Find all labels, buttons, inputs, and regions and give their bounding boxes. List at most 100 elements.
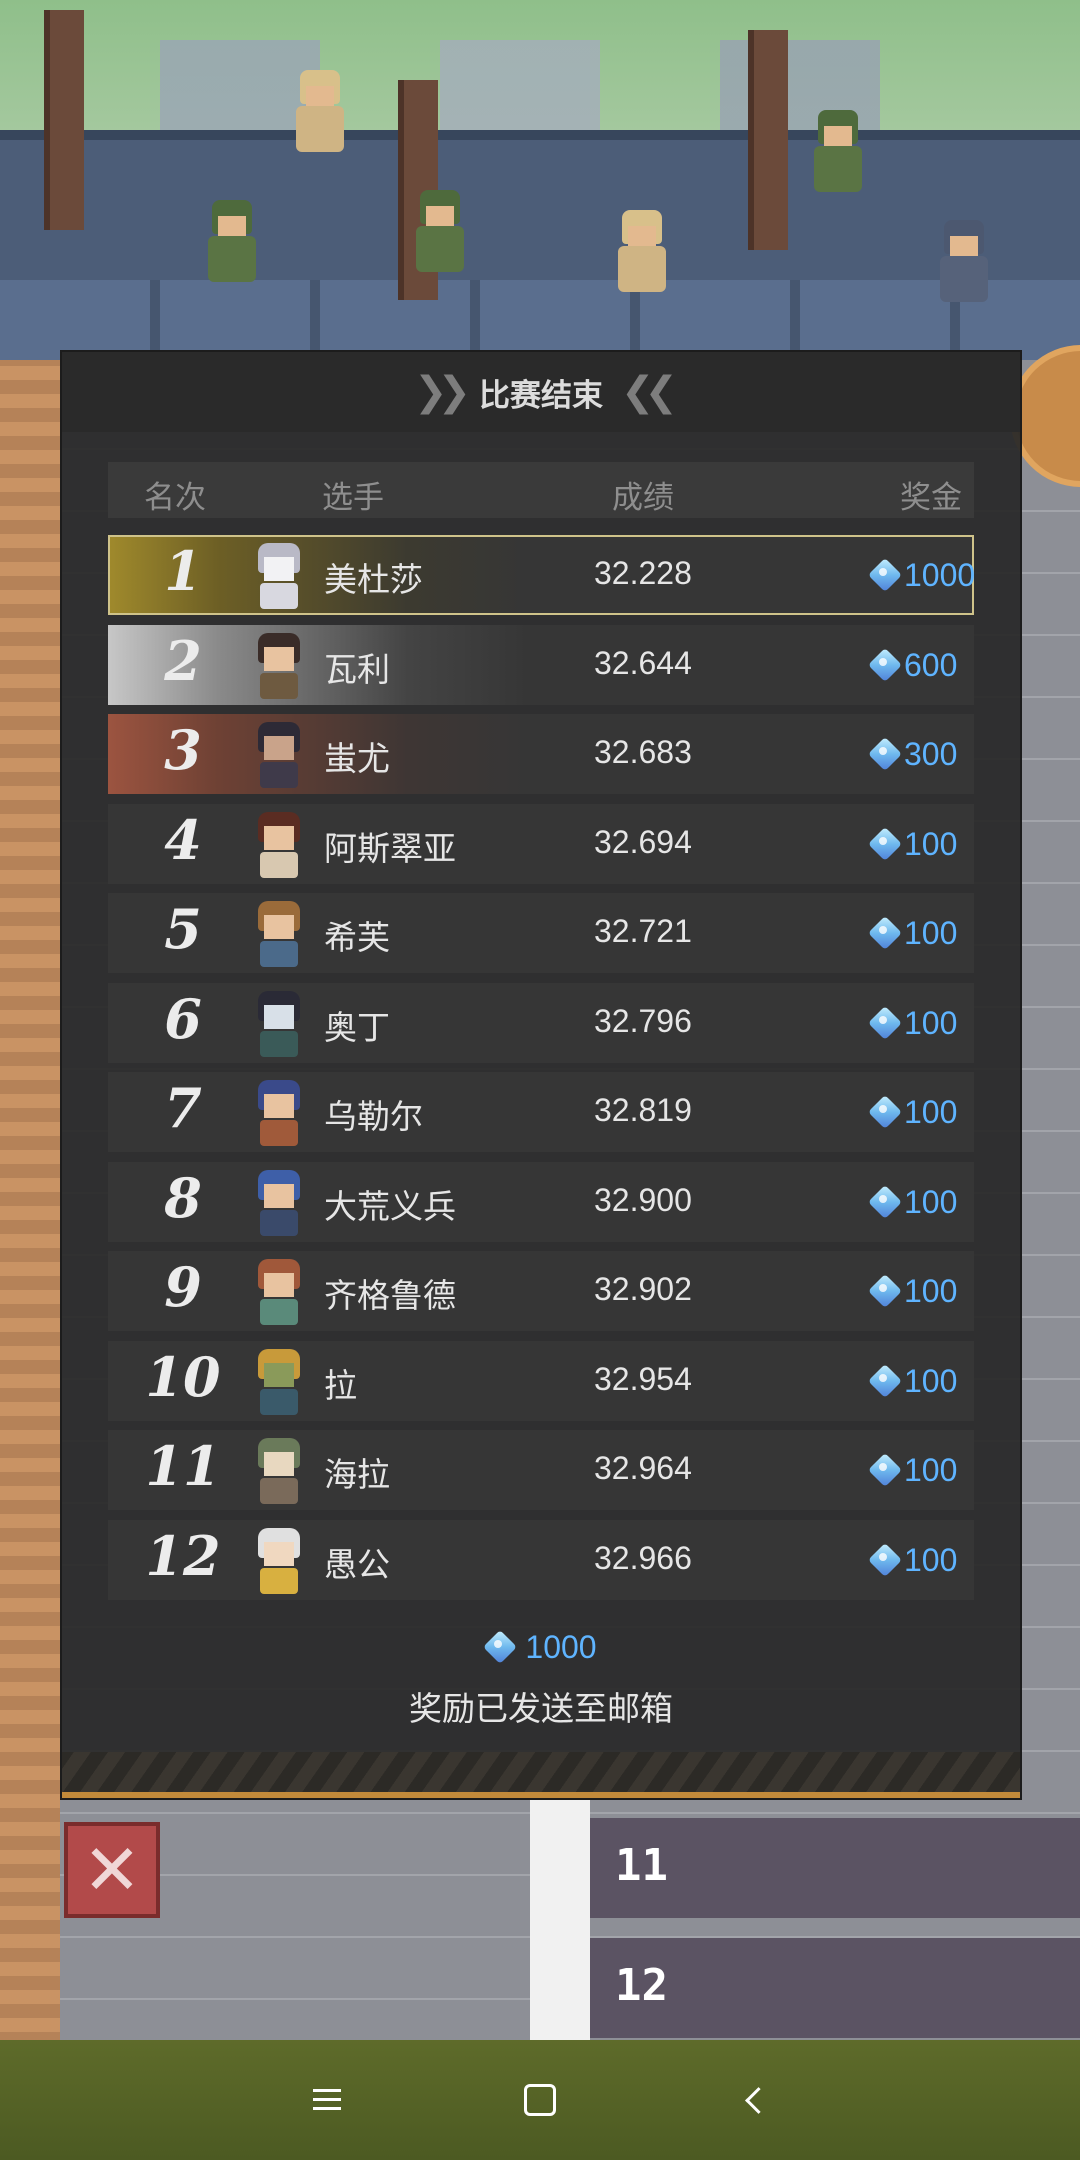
player-portrait bbox=[250, 1349, 308, 1415]
rank-number: 6 bbox=[164, 987, 202, 1051]
player-portrait bbox=[250, 1170, 308, 1236]
spectator-figure bbox=[932, 220, 996, 306]
close-button[interactable]: ✕ bbox=[64, 1822, 160, 1918]
prize: 100 bbox=[870, 1003, 957, 1043]
gem-icon bbox=[870, 1366, 900, 1396]
prize-amount: 100 bbox=[904, 1362, 958, 1399]
prize-amount: 300 bbox=[904, 735, 958, 772]
player-portrait bbox=[250, 1080, 308, 1146]
rank-number: 5 bbox=[164, 897, 202, 961]
spectator-figure bbox=[200, 200, 264, 286]
gem-icon bbox=[870, 1455, 900, 1485]
player-portrait bbox=[250, 1259, 308, 1325]
gem-icon bbox=[870, 1276, 900, 1306]
total-reward-amount: 1000 bbox=[525, 1628, 597, 1665]
menu-icon bbox=[312, 2089, 341, 2111]
spectator-figure bbox=[806, 110, 870, 196]
rank-number: 12 bbox=[145, 1524, 221, 1588]
race-time: 32.900 bbox=[594, 1182, 692, 1218]
rank-number: 4 bbox=[164, 808, 202, 872]
prize-amount: 100 bbox=[904, 825, 958, 862]
header-prize: 奖金 bbox=[900, 480, 962, 516]
prize-amount: 100 bbox=[904, 1272, 958, 1309]
header-player: 选手 bbox=[322, 480, 384, 516]
header-rank: 名次 bbox=[144, 480, 206, 516]
table-row: 9 齐格鲁德 32.902 100 bbox=[108, 1251, 974, 1331]
rank-number: 7 bbox=[164, 1076, 202, 1140]
prize: 300 bbox=[870, 734, 957, 774]
player-portrait bbox=[250, 991, 308, 1057]
table-row: 8 大荒义兵 32.900 100 bbox=[108, 1162, 974, 1242]
prize-amount: 100 bbox=[904, 1451, 958, 1488]
player-name: 乌勒尔 bbox=[324, 1097, 423, 1136]
gem-icon bbox=[870, 918, 900, 948]
player-name: 海拉 bbox=[324, 1455, 390, 1494]
prize: 600 bbox=[870, 645, 957, 685]
race-time: 32.964 bbox=[594, 1450, 692, 1486]
table-row: 1 美杜莎 32.228 1000 bbox=[108, 535, 975, 615]
player-name: 希芙 bbox=[324, 918, 390, 957]
prize: 100 bbox=[870, 1540, 957, 1580]
nav-home-button[interactable] bbox=[510, 2070, 570, 2130]
system-nav-bar bbox=[0, 2040, 1080, 2160]
prize-amount: 100 bbox=[904, 1093, 958, 1130]
race-result-panel: ❯❯ 比赛结束 ❮❮ 名次 选手 成绩 奖金 1 美杜莎 32.228 1000 2 瓦利… bbox=[62, 352, 1020, 1798]
finish-line bbox=[530, 1800, 590, 2040]
player-portrait bbox=[250, 1438, 308, 1504]
race-time: 32.902 bbox=[594, 1271, 692, 1307]
player-name: 美杜莎 bbox=[324, 560, 423, 599]
game-screen: 11 12 ✕ ❯❯ 比赛结束 ❮❮ 名次 选手 成绩 奖金 1 美杜莎 32.22… bbox=[0, 0, 1080, 2160]
table-row: 2 瓦利 32.644 600 bbox=[108, 625, 974, 705]
player-name: 阿斯翠亚 bbox=[324, 829, 456, 868]
player-name: 大荒义兵 bbox=[324, 1187, 456, 1226]
prize-amount: 100 bbox=[904, 914, 958, 951]
prize: 100 bbox=[870, 1092, 957, 1132]
player-portrait bbox=[250, 722, 308, 788]
rank-number: 3 bbox=[164, 718, 202, 782]
spectator-figure bbox=[288, 70, 352, 156]
rank-number: 1 bbox=[164, 539, 202, 603]
race-time: 32.966 bbox=[594, 1540, 692, 1576]
table-row: 7 乌勒尔 32.819 100 bbox=[108, 1072, 974, 1152]
player-name: 齐格鲁德 bbox=[324, 1276, 456, 1315]
player-name: 拉 bbox=[324, 1366, 357, 1405]
table-row: 3 蚩尤 32.683 300 bbox=[108, 714, 974, 794]
table-row: 12 愚公 32.966 100 bbox=[108, 1520, 974, 1600]
gem-icon bbox=[870, 739, 900, 769]
gem-icon bbox=[870, 1187, 900, 1217]
rank-number: 2 bbox=[164, 629, 202, 693]
reward-sent-note: 奖励已发送至邮箱 bbox=[409, 1689, 673, 1728]
race-time: 32.228 bbox=[594, 555, 692, 591]
gem-icon bbox=[870, 560, 900, 590]
race-time: 32.644 bbox=[594, 645, 692, 681]
prize-amount: 600 bbox=[904, 646, 958, 683]
spectator-figure bbox=[408, 190, 472, 276]
home-icon bbox=[523, 2084, 556, 2116]
panel-footer bbox=[62, 1752, 1020, 1798]
chevron-right-icon: ❯❯ bbox=[413, 369, 471, 415]
panel-header: ❯❯ 比赛结束 ❮❮ bbox=[62, 352, 1020, 432]
race-time: 32.796 bbox=[594, 1003, 692, 1039]
prize-amount: 100 bbox=[904, 1004, 958, 1041]
prize: 100 bbox=[870, 1450, 957, 1490]
rank-number: 10 bbox=[145, 1345, 221, 1409]
wall-pillar bbox=[44, 10, 84, 230]
gem-icon bbox=[870, 650, 900, 680]
nav-back-button[interactable] bbox=[723, 2070, 783, 2130]
prize: 100 bbox=[870, 824, 957, 864]
player-name: 愚公 bbox=[324, 1545, 390, 1584]
rank-number: 8 bbox=[164, 1166, 202, 1230]
lane-number: 11 bbox=[615, 1840, 668, 1891]
table-row: 5 希芙 32.721 100 bbox=[108, 893, 974, 973]
prize: 1000 bbox=[870, 555, 975, 595]
race-time: 32.721 bbox=[594, 913, 692, 949]
player-name: 蚩尤 bbox=[324, 739, 390, 778]
gem-icon bbox=[870, 829, 900, 859]
race-time: 32.694 bbox=[594, 824, 692, 860]
close-icon: ✕ bbox=[82, 1829, 142, 1911]
stadium-wall bbox=[0, 130, 1080, 370]
prize: 100 bbox=[870, 913, 957, 953]
gem-icon bbox=[870, 1097, 900, 1127]
total-reward: 1000 bbox=[62, 1622, 1020, 1672]
nav-menu-button[interactable] bbox=[297, 2070, 357, 2130]
